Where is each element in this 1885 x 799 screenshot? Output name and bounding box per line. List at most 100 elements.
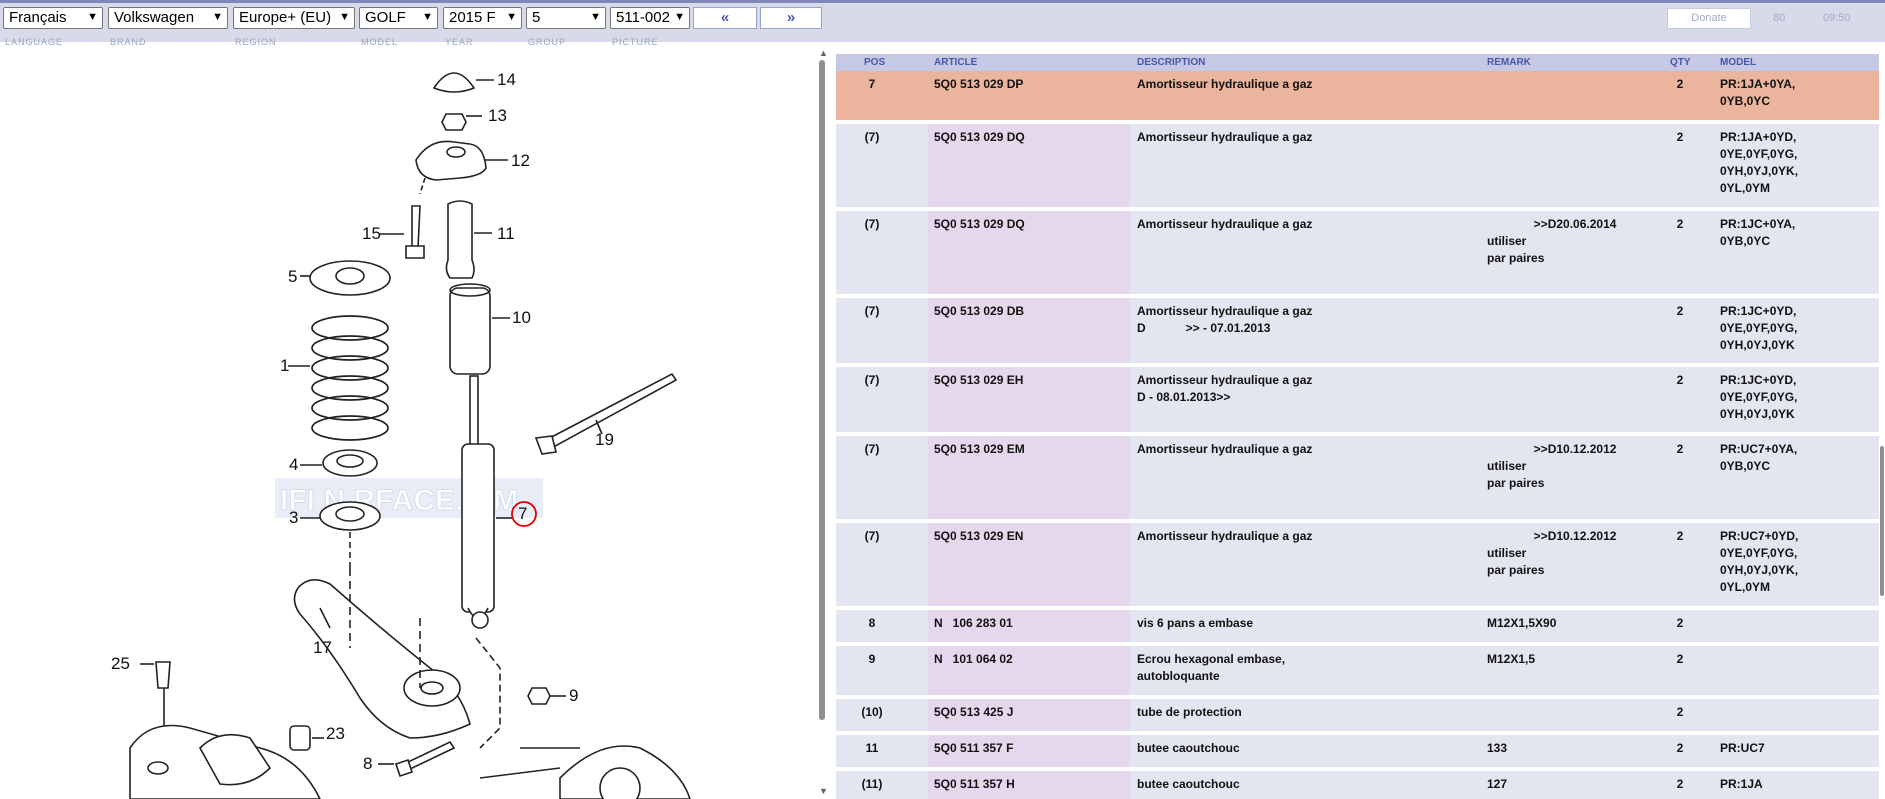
cell-remark: >>D10.12.2012 utiliser par paires bbox=[1487, 529, 1617, 577]
cell-description: Amortisseur hydraulique a gaz D - 08.01.… bbox=[1137, 373, 1313, 404]
cell-article: N 106 283 01 bbox=[934, 616, 1013, 630]
chevron-down-icon: ▼ bbox=[506, 11, 517, 23]
callout-23[interactable]: 23 bbox=[326, 724, 345, 744]
cell-qty: 2 bbox=[1676, 442, 1684, 456]
cell-qty: 2 bbox=[1676, 741, 1684, 755]
clock-text: 09:50 bbox=[1823, 12, 1851, 24]
header-pos[interactable]: POS bbox=[864, 57, 885, 68]
callout-4[interactable]: 4 bbox=[289, 455, 298, 475]
callout-9[interactable]: 9 bbox=[569, 686, 578, 706]
cell-pos: (7) bbox=[864, 442, 880, 456]
table-row[interactable]: 11 5Q0 511 357 F butee caoutchouc 133 2 PR:UC… bbox=[836, 735, 1879, 771]
group-select[interactable]: 5 ▼ bbox=[526, 7, 606, 29]
callout-1[interactable]: 1 bbox=[280, 356, 289, 376]
cell-remark: >>D10.12.2012 utiliser par paires bbox=[1487, 442, 1617, 490]
cell-model: PR:1JA+0YD, 0YE,0YF,0YG, 0YH,0YJ,0YK, 0Y… bbox=[1720, 130, 1799, 195]
region-select[interactable]: Europe+ (EU) ▼ bbox=[233, 7, 355, 29]
header-qty[interactable]: QTY bbox=[1670, 57, 1691, 68]
table-scroll-thumb[interactable] bbox=[1880, 446, 1884, 596]
group-label: GROUP bbox=[528, 37, 567, 47]
scroll-down-icon[interactable]: ▼ bbox=[819, 786, 828, 796]
callout-7[interactable]: 7 bbox=[518, 504, 527, 524]
cell-article: 5Q0 513 029 EM bbox=[934, 442, 1025, 456]
cell-pos: (7) bbox=[864, 217, 880, 231]
cell-qty: 2 bbox=[1676, 304, 1684, 318]
callout-19[interactable]: 19 bbox=[595, 430, 614, 450]
cell-qty: 2 bbox=[1676, 77, 1684, 91]
cell-description: Amortisseur hydraulique a gaz bbox=[1137, 77, 1313, 91]
cell-article: N 101 064 02 bbox=[934, 652, 1013, 666]
cell-model: PR:UC7 bbox=[1720, 741, 1765, 755]
table-row[interactable]: (7) 5Q0 513 029 EM Amortisseur hydraulique… bbox=[836, 436, 1879, 523]
cell-article: 5Q0 513 029 DQ bbox=[934, 217, 1025, 231]
model-select[interactable]: GOLF ▼ bbox=[359, 7, 438, 29]
counter-text: 80 bbox=[1773, 12, 1786, 24]
cell-qty: 2 bbox=[1676, 529, 1684, 543]
picture-label: PICTURE bbox=[612, 37, 659, 47]
table-row[interactable]: 8 N 106 283 01 vis 6 pans a embase M12X1,5X… bbox=[836, 610, 1879, 646]
cell-description: Amortisseur hydraulique a gaz bbox=[1137, 529, 1313, 543]
donate-button[interactable]: Donate bbox=[1667, 8, 1751, 29]
header-remark[interactable]: REMARK bbox=[1487, 57, 1531, 68]
table-row[interactable]: (11) 5Q0 511 357 H butee caoutchouc 127 2 PR:… bbox=[836, 771, 1879, 799]
next-picture-button[interactable]: » bbox=[760, 7, 822, 29]
diagram-scrollbar[interactable]: ▲ ▼ bbox=[816, 48, 830, 799]
callout-14[interactable]: 14 bbox=[497, 70, 516, 90]
cell-article: 5Q0 513 029 DQ bbox=[934, 130, 1025, 144]
cell-model: PR:UC7+0YD, 0YE,0YF,0YG, 0YH,0YJ,0YK, 0Y… bbox=[1720, 529, 1799, 594]
table-row[interactable]: 9 N 101 064 02 Ecrou hexagonal embase, aut… bbox=[836, 646, 1879, 699]
header-model[interactable]: MODEL bbox=[1720, 57, 1756, 68]
callout-11[interactable]: 11 bbox=[497, 224, 515, 244]
callout-25[interactable]: 25 bbox=[111, 654, 130, 674]
callout-17[interactable]: 17 bbox=[313, 638, 332, 658]
cell-qty: 2 bbox=[1676, 217, 1684, 231]
cell-pos: 8 bbox=[868, 616, 876, 630]
cell-qty: 2 bbox=[1676, 705, 1684, 719]
cell-pos: (11) bbox=[861, 777, 883, 791]
cell-description: tube de protection bbox=[1137, 705, 1242, 719]
scroll-up-icon[interactable]: ▲ bbox=[819, 48, 828, 58]
brand-label: BRAND bbox=[110, 37, 147, 47]
table-row[interactable]: (7) 5Q0 513 029 EH Amortisseur hydraulique… bbox=[836, 367, 1879, 436]
cell-pos: 7 bbox=[868, 77, 876, 91]
cell-article: 5Q0 513 029 EH bbox=[934, 373, 1024, 387]
previous-picture-button[interactable]: « bbox=[693, 7, 757, 29]
table-row[interactable]: (10) 5Q0 513 425 J tube de protection 2 bbox=[836, 699, 1879, 735]
cell-description: Amortisseur hydraulique a gaz D >> - 07.… bbox=[1137, 304, 1313, 335]
top-toolbar: Français ▼ Volkswagen ▼ Europe+ (EU) ▼ GOLF… bbox=[0, 0, 1885, 47]
parts-diagram[interactable]: IFI N RFACE.C M 14 13 12 15 11 5 10 1 19… bbox=[0, 48, 820, 799]
cell-description: Amortisseur hydraulique a gaz bbox=[1137, 217, 1313, 231]
parts-table: POS ARTICLE DESCRIPTION REMARK QTY MODEL… bbox=[836, 52, 1879, 799]
header-article[interactable]: ARTICLE bbox=[934, 57, 977, 68]
table-row[interactable]: (7) 5Q0 513 029 DB Amortisseur hydraulique… bbox=[836, 298, 1879, 367]
year-select[interactable]: 2015 F ▼ bbox=[443, 7, 522, 29]
brand-select[interactable]: Volkswagen ▼ bbox=[108, 7, 228, 29]
cell-pos: (7) bbox=[864, 130, 880, 144]
callout-8[interactable]: 8 bbox=[363, 754, 372, 774]
callout-12[interactable]: 12 bbox=[511, 151, 530, 171]
table-row[interactable]: (7) 5Q0 513 029 EN Amortisseur hydraulique… bbox=[836, 523, 1879, 610]
callout-5[interactable]: 5 bbox=[288, 267, 297, 287]
table-row[interactable]: (7) 5Q0 513 029 DQ Amortisseur hydraulique… bbox=[836, 124, 1879, 211]
region-label: REGION bbox=[235, 37, 277, 47]
diagram-scroll-thumb[interactable] bbox=[819, 60, 825, 720]
picture-select[interactable]: 511-002 ▼ bbox=[610, 7, 690, 29]
cell-pos: (7) bbox=[864, 529, 880, 543]
cell-article: 5Q0 513 425 J bbox=[934, 705, 1014, 719]
cell-pos: (7) bbox=[864, 304, 880, 318]
cell-qty: 2 bbox=[1676, 373, 1684, 387]
table-row[interactable]: 7 5Q0 513 029 DP Amortisseur hydraulique a… bbox=[836, 71, 1879, 124]
language-label: LANGUAGE bbox=[5, 37, 64, 47]
callout-10[interactable]: 10 bbox=[512, 308, 531, 328]
callout-3[interactable]: 3 bbox=[289, 508, 298, 528]
header-description[interactable]: DESCRIPTION bbox=[1137, 57, 1205, 68]
callout-15[interactable]: 15 bbox=[362, 224, 381, 244]
cell-description: Ecrou hexagonal embase, autobloquante bbox=[1137, 652, 1286, 683]
table-row[interactable]: (7) 5Q0 513 029 DQ Amortisseur hydraulique… bbox=[836, 211, 1879, 298]
table-scrollbar[interactable] bbox=[1879, 48, 1885, 799]
callout-13[interactable]: 13 bbox=[488, 106, 507, 126]
cell-model: PR:1JC+0YD, 0YE,0YF,0YG, 0YH,0YJ,0YK bbox=[1720, 304, 1798, 352]
language-select[interactable]: Français ▼ bbox=[3, 7, 103, 29]
cell-description: Amortisseur hydraulique a gaz bbox=[1137, 130, 1313, 144]
cell-model: PR:UC7+0YA, 0YB,0YC bbox=[1720, 442, 1798, 473]
